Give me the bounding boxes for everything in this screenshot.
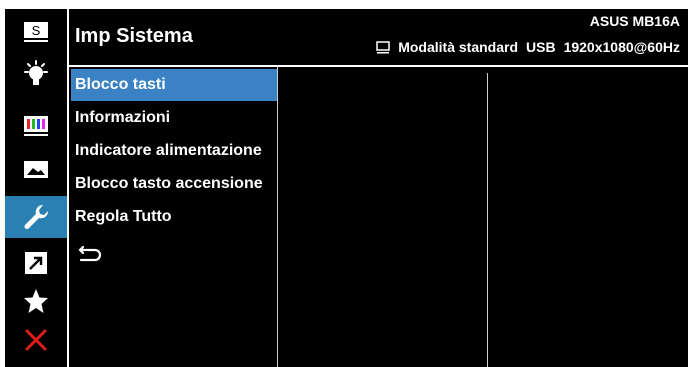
column-divider-2: [487, 73, 488, 367]
input-label: USB: [526, 39, 556, 55]
monitor-icon: [376, 40, 390, 53]
bulb-icon: [24, 60, 48, 85]
model-name: ASUS MB16A: [589, 13, 680, 29]
menu-list: Blocco tasti Informazioni Indicatore ali…: [69, 67, 277, 367]
sidebar: S: [5, 9, 67, 367]
resolution-label: 1920x1080@60Hz: [563, 39, 680, 55]
status-bar: Modalità standard USB 1920x1080@60Hz: [376, 39, 680, 55]
close-icon: [25, 329, 47, 351]
menu-item-indicatore-alimentazione[interactable]: Indicatore alimentazione: [71, 135, 277, 167]
column-divider-1: [277, 67, 278, 367]
main-panel: Imp Sistema ASUS MB16A Modalità standard…: [69, 9, 688, 367]
header: Imp Sistema ASUS MB16A Modalità standard…: [69, 9, 688, 63]
wrench-icon: [24, 204, 49, 229]
sidebar-item-myfavorite[interactable]: [5, 282, 67, 320]
page-title: Imp Sistema: [75, 25, 193, 47]
sidebar-item-system-setup[interactable]: [5, 196, 67, 238]
osd-window: S Imp Sistema ASUS MB16A Modalità standa…: [0, 0, 693, 367]
menu-item-regola-tutto[interactable]: Regola Tutto: [71, 201, 277, 233]
sidebar-item-splendid[interactable]: S: [5, 13, 67, 51]
s-icon: S: [24, 22, 48, 42]
svg-text:S: S: [32, 23, 41, 38]
color-bars-icon: [24, 116, 48, 136]
sidebar-item-blue-light[interactable]: [5, 55, 67, 93]
image-icon: [24, 161, 48, 178]
sidebar-item-exit[interactable]: [5, 321, 67, 359]
menu-item-blocco-tasti[interactable]: Blocco tasti: [71, 69, 277, 101]
sidebar-item-shortcut[interactable]: [5, 244, 67, 282]
star-icon: [24, 289, 48, 313]
shortcut-arrow-icon: [25, 252, 47, 274]
menu-item-blocco-tasto-accensione[interactable]: Blocco tasto accensione: [71, 168, 277, 200]
menu-item-informazioni[interactable]: Informazioni: [71, 102, 277, 134]
back-button[interactable]: [77, 243, 103, 268]
return-icon: [78, 245, 102, 262]
mode-label: Modalità standard: [398, 39, 519, 55]
sidebar-item-image[interactable]: [5, 151, 67, 189]
sidebar-item-color[interactable]: [5, 107, 67, 145]
